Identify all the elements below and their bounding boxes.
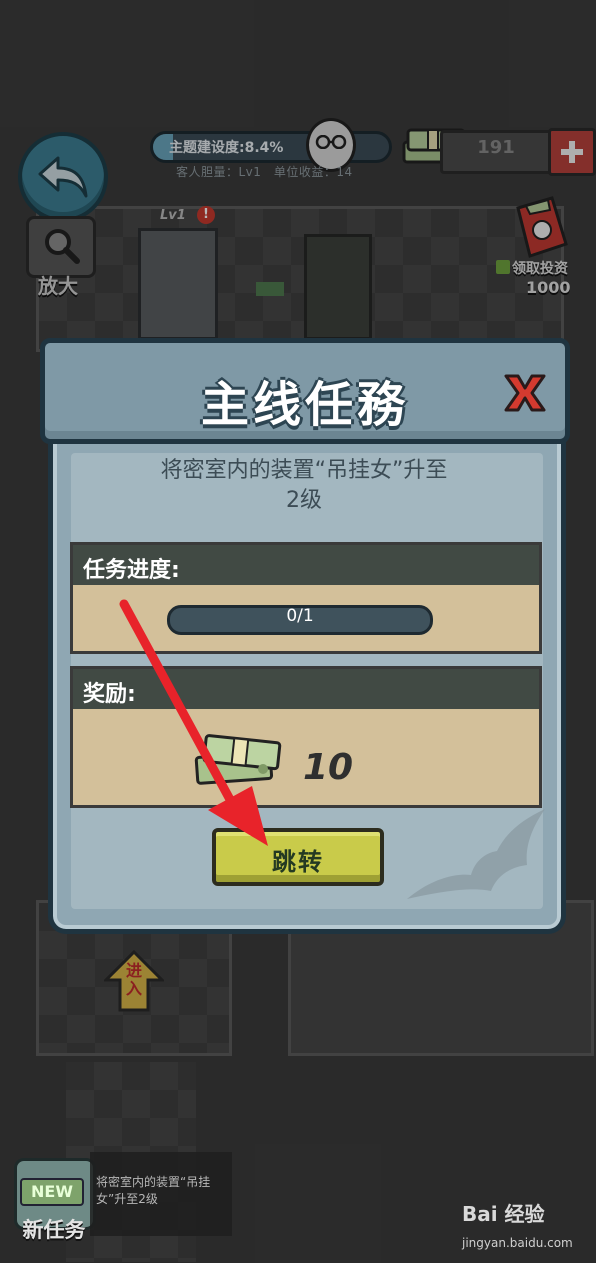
new-task-text: 将密室内的装置“吊挂女”升至2级 <box>96 1175 211 1206</box>
watermark-url: jingyan.baidu.com <box>462 1236 573 1250</box>
annotation-arrow-icon <box>119 599 268 846</box>
watermark-logo: Bai 经验 <box>462 1202 545 1226</box>
new-task-label: 新任务 <box>22 1218 86 1242</box>
new-badge: NEW <box>20 1178 84 1206</box>
